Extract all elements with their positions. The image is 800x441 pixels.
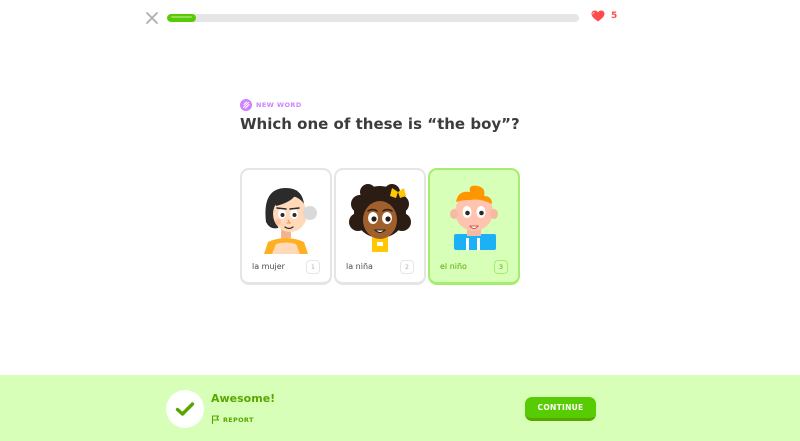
choice-card-2[interactable]: la niña 2 (334, 168, 426, 285)
hearts-counter: 5 (591, 10, 617, 22)
checkmark-icon (175, 402, 195, 416)
new-word-label: NEW WORD (256, 101, 302, 109)
choice-label: el niño (440, 262, 467, 271)
hearts-count: 5 (611, 11, 618, 21)
boy-character-image (450, 185, 498, 250)
choice-keyboard-hint: 1 (306, 260, 320, 274)
flag-icon (211, 415, 220, 424)
close-icon (146, 12, 158, 24)
continue-button[interactable]: CONTINUE (525, 397, 596, 421)
choice-label: la mujer (252, 262, 285, 271)
woman-character-image (264, 188, 317, 254)
close-button[interactable] (144, 10, 160, 26)
report-button[interactable]: REPORT (211, 415, 254, 424)
progress-shine (171, 16, 192, 18)
feedback-title: Awesome! (211, 392, 276, 405)
feedback-footer: Awesome! REPORT CONTINUE (0, 375, 800, 441)
report-label: REPORT (223, 415, 254, 424)
new-word-icon (240, 99, 252, 111)
heart-icon (591, 10, 605, 22)
choice-label: la niña (346, 262, 373, 271)
lesson-progress-bar (167, 14, 579, 22)
checkmark-badge (166, 390, 204, 428)
choice-keyboard-hint: 2 (400, 260, 414, 274)
question-prompt: Which one of these is “the boy”? (240, 115, 520, 133)
choice-card-3[interactable]: el niño 3 (428, 168, 520, 285)
new-word-tag: NEW WORD (240, 99, 302, 111)
choice-keyboard-hint: 3 (494, 260, 508, 274)
choice-card-1[interactable]: la mujer 1 (240, 168, 332, 285)
girl-character-image (349, 184, 411, 252)
